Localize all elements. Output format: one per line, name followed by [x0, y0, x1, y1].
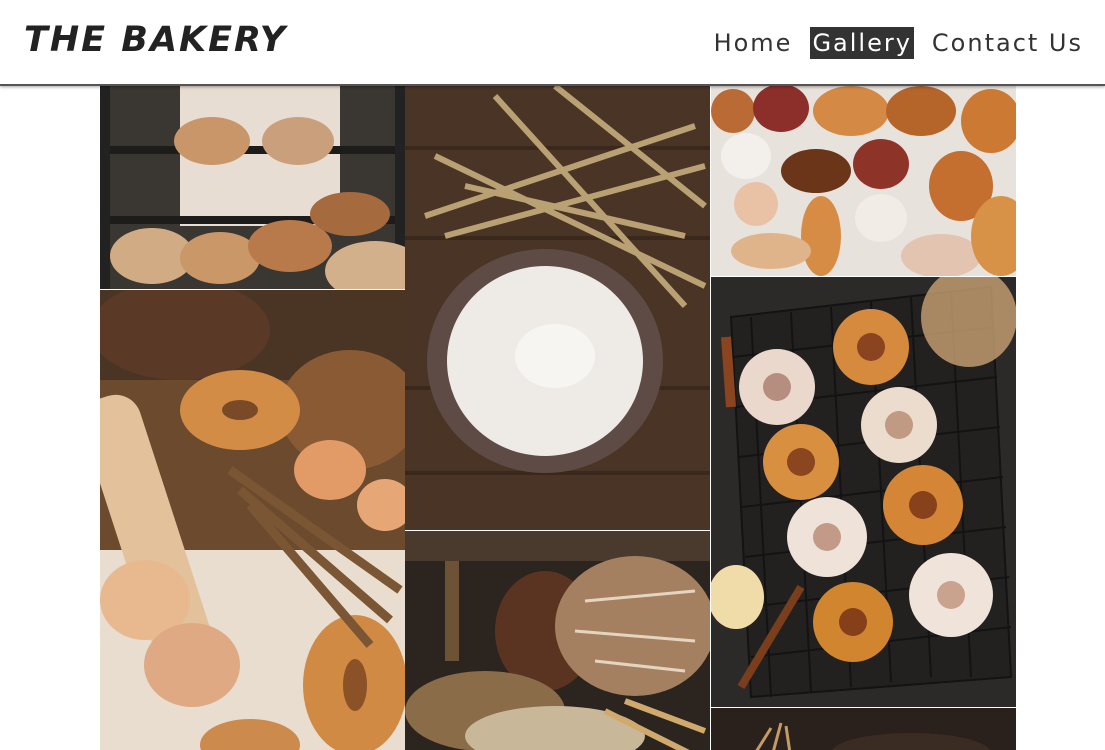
pastries-image [711, 86, 1016, 276]
photo-rustic-bread[interactable] [405, 531, 710, 750]
photo-bagels-rolling-pin[interactable] [100, 290, 405, 750]
nav-contact-us[interactable]: Contact Us [930, 27, 1085, 59]
flour-bowl-image [405, 86, 710, 530]
photo-flour-bowl[interactable] [405, 86, 710, 530]
bread-rack-image [100, 86, 405, 289]
photo-dark-bread[interactable] [711, 708, 1016, 750]
nav-gallery[interactable]: Gallery [810, 27, 914, 59]
photo-gallery [100, 86, 1016, 750]
photo-bread-rack[interactable] [100, 86, 405, 289]
nav-home[interactable]: Home [712, 27, 795, 59]
photo-assorted-pastries[interactable] [711, 86, 1016, 276]
site-header: THE BAKERY Home Gallery Contact Us [0, 0, 1105, 86]
bagels-image [100, 290, 405, 750]
site-logo[interactable]: THE BAKERY [24, 18, 287, 62]
rustic-bread-image [405, 531, 710, 750]
dark-bread-image [711, 708, 1016, 750]
photo-cinnamon-rolls[interactable] [711, 277, 1016, 707]
main-nav: Home Gallery Contact Us [712, 27, 1085, 59]
cinnamon-rolls-image [711, 277, 1016, 707]
